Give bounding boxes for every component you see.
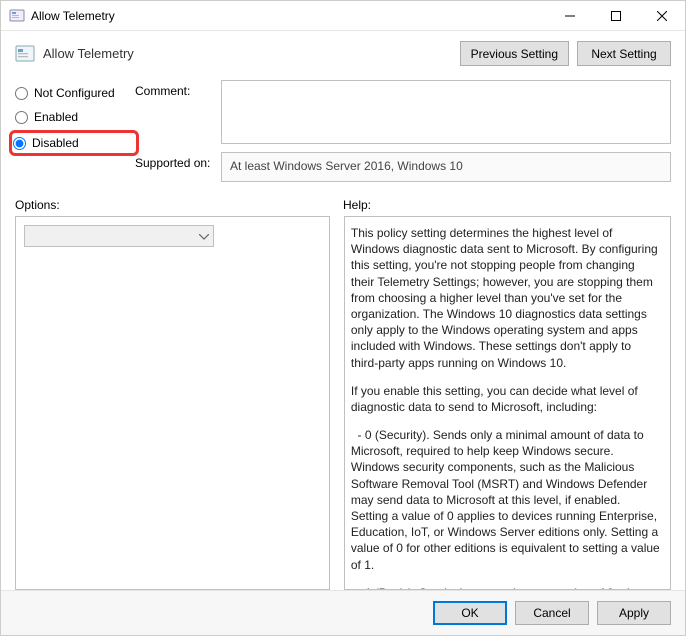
- options-dropdown[interactable]: [24, 225, 214, 247]
- app-icon: [9, 8, 25, 24]
- radio-not-configured-input[interactable]: [15, 87, 28, 100]
- radio-label: Enabled: [34, 110, 78, 124]
- radio-label: Not Configured: [34, 86, 115, 100]
- maximize-button[interactable]: [593, 1, 639, 30]
- comment-label: Comment:: [135, 80, 221, 144]
- state-radios: Not Configured Enabled Disabled: [15, 80, 135, 190]
- options-pane: [15, 216, 330, 590]
- apply-button[interactable]: Apply: [597, 601, 671, 625]
- mid-labels: Options: Help:: [1, 190, 685, 216]
- fields: Comment: Supported on: At least Windows …: [135, 80, 671, 190]
- ok-button[interactable]: OK: [433, 601, 507, 625]
- radio-disabled[interactable]: Disabled: [13, 134, 135, 152]
- help-text: This policy setting determines the highe…: [345, 217, 670, 590]
- header: Allow Telemetry Previous Setting Next Se…: [1, 31, 685, 76]
- help-paragraph: - 1 (Basic). Sends the same data as a va…: [351, 585, 660, 590]
- supported-label: Supported on:: [135, 152, 221, 182]
- comment-field: Comment:: [135, 80, 671, 144]
- cancel-button[interactable]: Cancel: [515, 601, 589, 625]
- chevron-down-icon: [199, 229, 209, 243]
- radio-not-configured[interactable]: Not Configured: [15, 86, 135, 100]
- comment-input[interactable]: [221, 80, 671, 144]
- page-title: Allow Telemetry: [43, 46, 452, 61]
- previous-setting-button[interactable]: Previous Setting: [460, 41, 569, 66]
- lower-section: This policy setting determines the highe…: [1, 216, 685, 590]
- radio-label: Disabled: [32, 136, 79, 150]
- help-label: Help:: [343, 198, 671, 212]
- help-pane[interactable]: This policy setting determines the highe…: [344, 216, 671, 590]
- minimize-button[interactable]: [547, 1, 593, 30]
- upper-section: Not Configured Enabled Disabled Comment:…: [1, 76, 685, 190]
- policy-icon: [15, 44, 35, 64]
- title-bar: Allow Telemetry: [1, 1, 685, 31]
- help-paragraph: - 0 (Security). Sends only a minimal amo…: [351, 427, 660, 573]
- help-paragraph: This policy setting determines the highe…: [351, 225, 660, 371]
- help-paragraph: If you enable this setting, you can deci…: [351, 383, 660, 415]
- radio-enabled-input[interactable]: [15, 111, 28, 124]
- radio-disabled-input[interactable]: [13, 137, 26, 150]
- supported-field: Supported on: At least Windows Server 20…: [135, 152, 671, 182]
- footer: OK Cancel Apply: [1, 590, 685, 635]
- next-setting-button[interactable]: Next Setting: [577, 41, 671, 66]
- close-button[interactable]: [639, 1, 685, 30]
- window-title: Allow Telemetry: [31, 9, 547, 23]
- supported-value: At least Windows Server 2016, Windows 10: [221, 152, 671, 182]
- options-label: Options:: [15, 198, 343, 212]
- radio-enabled[interactable]: Enabled: [15, 110, 135, 124]
